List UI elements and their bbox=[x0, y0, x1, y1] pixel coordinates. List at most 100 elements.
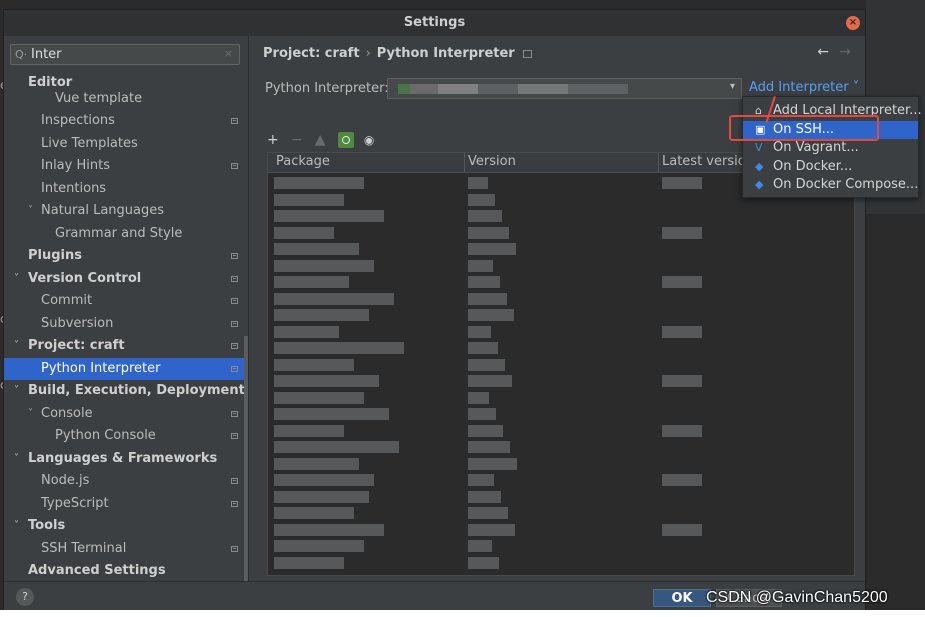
tree-item-nodejs[interactable]: Node.js bbox=[4, 470, 248, 493]
add-interpreter-link[interactable]: Add Interpreter ˅ bbox=[749, 80, 859, 95]
redacted-cell bbox=[274, 490, 369, 503]
tree-item-live-templates[interactable]: Live Templates bbox=[4, 133, 248, 156]
tree-item-ssh-terminal[interactable]: SSH Terminal bbox=[4, 538, 248, 561]
chevron-down-icon[interactable]: ˅ bbox=[28, 403, 33, 426]
chevron-down-icon[interactable]: ˅ bbox=[14, 335, 19, 358]
redacted-cell bbox=[468, 507, 508, 519]
column-divider bbox=[464, 153, 465, 172]
remove-package-icon[interactable]: − bbox=[291, 132, 303, 148]
tree-item-inspections[interactable]: Inspections bbox=[4, 110, 248, 133]
tree-item-grammar-style[interactable]: Grammar and Style bbox=[4, 223, 248, 246]
close-icon[interactable]: × bbox=[846, 16, 860, 30]
tree-item-commit[interactable]: Commit bbox=[4, 290, 248, 313]
column-package[interactable]: Package bbox=[276, 154, 330, 169]
redacted-cell bbox=[274, 457, 359, 470]
tree-item-python-console[interactable]: Python Console bbox=[4, 425, 248, 448]
forward-arrow-icon[interactable]: → bbox=[839, 44, 851, 60]
tree-item-label: Grammar and Style bbox=[55, 225, 183, 241]
settings-dialog: Settings × Q· × Editor Vue template Insp… bbox=[3, 9, 866, 612]
interpreter-label: Python Interpreter: bbox=[265, 81, 389, 96]
redacted-cell bbox=[274, 276, 349, 288]
dropdown-arrow-icon[interactable]: ▾ bbox=[730, 81, 735, 92]
project-scope-icon bbox=[231, 500, 238, 507]
chevron-down-icon[interactable]: ˅ bbox=[14, 515, 19, 538]
redacted-cell bbox=[468, 226, 509, 239]
tree-item-languages-frameworks[interactable]: ˅ Languages & Frameworks bbox=[4, 448, 248, 471]
tree-item-vue-template[interactable]: Vue template bbox=[4, 88, 248, 111]
breadcrumb-separator: › bbox=[365, 46, 371, 61]
redacted-cell bbox=[274, 292, 394, 305]
tree-item-console[interactable]: ˅ Console bbox=[4, 403, 248, 426]
breadcrumb: Project: craft › Python Interpreter bbox=[263, 46, 532, 61]
redacted-cell bbox=[274, 474, 374, 486]
redacted-cell bbox=[274, 441, 399, 453]
redacted-cell bbox=[274, 243, 359, 255]
tree-item-python-interpreter[interactable]: Python Interpreter bbox=[4, 357, 248, 380]
tree-item-label: Subversion bbox=[41, 315, 114, 331]
project-scope-icon bbox=[231, 118, 238, 124]
upgrade-package-icon[interactable]: ▲ bbox=[315, 132, 326, 148]
project-scope-icon bbox=[231, 433, 238, 439]
eye-icon[interactable]: ◉ bbox=[364, 133, 374, 147]
redacted-cell bbox=[468, 342, 498, 354]
tree-item-label: Advanced Settings bbox=[28, 563, 166, 578]
menu-item-vagrant[interactable]: V On Vagrant... bbox=[743, 139, 918, 158]
page-margin bbox=[0, 610, 925, 617]
chevron-down-icon[interactable]: ˅ bbox=[28, 200, 33, 223]
tree-item-label: Live Templates bbox=[41, 135, 138, 151]
tree-item-project-craft[interactable]: ˅ Project: craft bbox=[4, 335, 248, 358]
column-version[interactable]: Version bbox=[468, 154, 516, 169]
back-arrow-icon[interactable]: ← bbox=[817, 44, 829, 60]
dialog-titlebar: Settings × bbox=[4, 10, 865, 36]
redacted-cell bbox=[468, 276, 500, 288]
project-scope-icon bbox=[231, 365, 238, 372]
project-scope-icon bbox=[231, 410, 238, 417]
tree-item-label: Project: craft bbox=[28, 338, 125, 353]
tree-item-inlay-hints[interactable]: Inlay Hints bbox=[4, 155, 248, 178]
refresh-icon[interactable] bbox=[337, 132, 354, 148]
tree-item-tools[interactable]: ˅ Tools bbox=[4, 515, 248, 538]
redacted-cell bbox=[468, 408, 496, 420]
ok-button[interactable]: OK bbox=[653, 589, 711, 607]
redacted-cell bbox=[662, 325, 702, 338]
redacted-cell bbox=[468, 210, 502, 222]
redacted-cell bbox=[662, 424, 702, 437]
redacted-cell bbox=[468, 259, 493, 272]
tree-item-natural-languages[interactable]: ˅ Natural Languages bbox=[4, 200, 248, 223]
tree-item-typescript[interactable]: TypeScript bbox=[4, 493, 248, 516]
tree-item-label: Languages & Frameworks bbox=[28, 450, 218, 466]
tree-item-label: Node.js bbox=[41, 473, 90, 488]
tree-item-advanced-settings[interactable]: Advanced Settings bbox=[4, 560, 248, 581]
tree-item-intentions[interactable]: Intentions bbox=[4, 178, 248, 201]
help-button[interactable]: ? bbox=[16, 588, 34, 606]
menu-item-docker[interactable]: ◆ On Docker... bbox=[743, 158, 918, 177]
search-input[interactable] bbox=[31, 47, 221, 62]
tree-item-version-control[interactable]: ˅ Version Control bbox=[4, 268, 248, 291]
tree-item-label: SSH Terminal bbox=[41, 540, 127, 556]
tree-item-label: Python Console bbox=[55, 428, 156, 443]
tree-item-subversion[interactable]: Subversion bbox=[4, 313, 248, 336]
interpreter-select[interactable]: ▾ bbox=[387, 78, 742, 99]
package-toolbar: + − ▲ ◉ bbox=[267, 132, 382, 150]
tree-item-label: Commit bbox=[41, 293, 93, 308]
chevron-down-icon[interactable]: ˅ bbox=[14, 448, 19, 471]
tree-item-build-execution[interactable]: ˅ Build, Execution, Deployment bbox=[4, 380, 248, 403]
redacted-cell bbox=[468, 490, 501, 503]
column-latest-version[interactable]: Latest version bbox=[662, 154, 754, 169]
redacted-cell bbox=[274, 309, 369, 321]
menu-item-docker-compose[interactable]: ◆ On Docker Compose... bbox=[743, 176, 918, 195]
redacted-cell bbox=[468, 523, 515, 536]
redacted-cell bbox=[468, 556, 499, 569]
chevron-down-icon[interactable]: ˅ bbox=[14, 380, 19, 403]
chevron-down-icon[interactable]: ˅ bbox=[14, 268, 19, 291]
redacted-cell bbox=[662, 226, 702, 239]
redacted-cell bbox=[468, 292, 507, 305]
clear-icon[interactable]: × bbox=[224, 47, 233, 60]
tree-item-label: Plugins bbox=[28, 248, 82, 263]
settings-search[interactable]: Q· × bbox=[10, 44, 240, 65]
tree-item-plugins[interactable]: Plugins bbox=[4, 245, 248, 268]
project-scope-icon bbox=[231, 163, 238, 169]
tree-item-label: Intentions bbox=[41, 180, 107, 196]
add-package-icon[interactable]: + bbox=[267, 132, 279, 148]
redacted-cell bbox=[274, 391, 364, 404]
